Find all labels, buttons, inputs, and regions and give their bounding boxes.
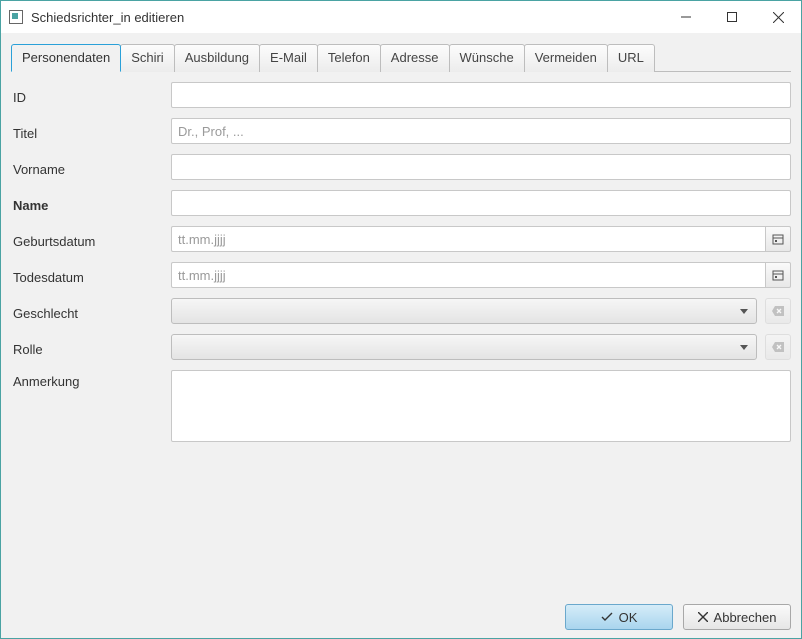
x-icon <box>698 612 708 622</box>
form: ID Titel Vorname Name <box>11 72 791 452</box>
label-geschlecht: Geschlecht <box>11 302 171 321</box>
label-anmerkung: Anmerkung <box>11 370 171 389</box>
geschlecht-combo[interactable] <box>171 298 757 324</box>
ok-button-label: OK <box>619 610 638 625</box>
chevron-down-icon <box>740 345 748 350</box>
geburtsdatum-picker-button[interactable] <box>765 226 791 252</box>
geburtsdatum-input[interactable] <box>171 226 765 252</box>
label-id: ID <box>11 86 171 105</box>
vorname-input[interactable] <box>171 154 791 180</box>
close-button[interactable] <box>755 1 801 33</box>
tab-ausbildung[interactable]: Ausbildung <box>174 44 260 72</box>
footer: OK Abbrechen <box>11 596 791 630</box>
name-input[interactable] <box>171 190 791 216</box>
maximize-button[interactable] <box>709 1 755 33</box>
close-icon <box>773 12 784 23</box>
id-input[interactable] <box>171 82 791 108</box>
minimize-icon <box>681 12 691 22</box>
label-rolle: Rolle <box>11 338 171 357</box>
check-icon <box>601 612 613 622</box>
app-icon <box>9 10 23 24</box>
tab-personendaten[interactable]: Personendaten <box>11 44 121 72</box>
minimize-button[interactable] <box>663 1 709 33</box>
tab-adresse[interactable]: Adresse <box>380 44 450 72</box>
calendar-icon <box>772 233 784 245</box>
tabbar: Personendaten Schiri Ausbildung E-Mail T… <box>11 43 791 72</box>
label-vorname: Vorname <box>11 158 171 177</box>
clear-icon <box>772 306 784 316</box>
tab-schiri[interactable]: Schiri <box>120 44 175 72</box>
todesdatum-input[interactable] <box>171 262 765 288</box>
label-name: Name <box>11 194 171 213</box>
maximize-icon <box>727 12 737 22</box>
todesdatum-picker-button[interactable] <box>765 262 791 288</box>
anmerkung-textarea[interactable] <box>171 370 791 442</box>
clear-icon <box>772 342 784 352</box>
chevron-down-icon <box>740 309 748 314</box>
label-titel: Titel <box>11 122 171 141</box>
tab-telefon[interactable]: Telefon <box>317 44 381 72</box>
geschlecht-clear-button[interactable] <box>765 298 791 324</box>
label-todesdatum: Todesdatum <box>11 266 171 285</box>
window: Schiedsrichter_in editieren Personendate… <box>0 0 802 639</box>
calendar-icon <box>772 269 784 281</box>
tab-wuensche[interactable]: Wünsche <box>449 44 525 72</box>
tab-email[interactable]: E-Mail <box>259 44 318 72</box>
client-area: Personendaten Schiri Ausbildung E-Mail T… <box>1 33 801 638</box>
rolle-clear-button[interactable] <box>765 334 791 360</box>
ok-button[interactable]: OK <box>565 604 673 630</box>
titlebar: Schiedsrichter_in editieren <box>1 1 801 33</box>
tab-url[interactable]: URL <box>607 44 655 72</box>
cancel-button-label: Abbrechen <box>714 610 777 625</box>
rolle-combo[interactable] <box>171 334 757 360</box>
tab-vermeiden[interactable]: Vermeiden <box>524 44 608 72</box>
cancel-button[interactable]: Abbrechen <box>683 604 791 630</box>
label-geburtsdatum: Geburtsdatum <box>11 230 171 249</box>
window-title: Schiedsrichter_in editieren <box>31 10 184 25</box>
titel-input[interactable] <box>171 118 791 144</box>
